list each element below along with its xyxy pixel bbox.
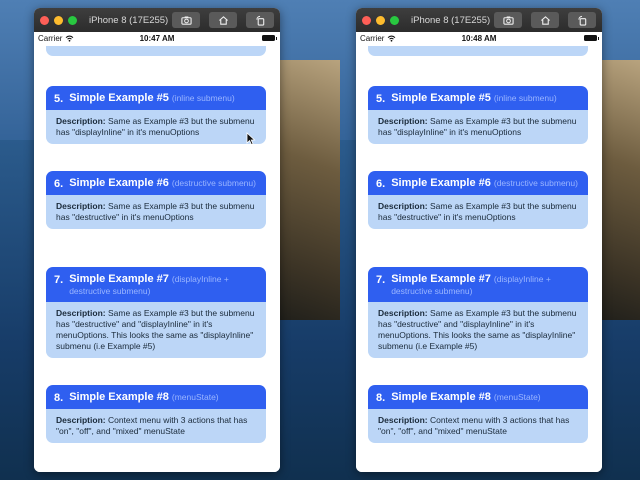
ios-status-bar: Carrier 10:48 AM	[356, 32, 602, 44]
card-number: 7.	[54, 274, 64, 286]
status-time: 10:48 AM	[461, 33, 497, 43]
close-window-button[interactable]	[40, 15, 49, 25]
scroll-content[interactable]: 5. Simple Example #5 (inline submenu) Des…	[34, 44, 280, 472]
description-label: Description:	[56, 308, 106, 318]
card-header[interactable]: 7. Simple Example #7 (displayInline + des…	[368, 267, 588, 302]
card-subtitle: (inline submenu)	[493, 93, 557, 103]
ios-status-bar: Carrier 10:47 AM	[34, 32, 280, 44]
card-header[interactable]: 6. Simple Example #6 (destructive submenu…	[368, 171, 588, 195]
window-title: iPhone 8 (17E255)	[89, 14, 169, 26]
desktop-rock	[280, 60, 340, 320]
mouse-pointer-icon	[246, 132, 256, 146]
card-header[interactable]: 6. Simple Example #6 (destructive submenu…	[46, 171, 266, 195]
window-titlebar[interactable]: iPhone 8 (17E255)	[34, 8, 280, 32]
card-title: Simple Example #7	[69, 273, 169, 285]
card-subtitle: (destructive submenu)	[171, 178, 256, 188]
home-icon	[540, 15, 550, 25]
screenshot-button[interactable]	[172, 12, 200, 28]
rotate-icon	[577, 15, 586, 26]
card-title: Simple Example #8	[69, 391, 169, 403]
example-card-8[interactable]: 8. Simple Example #8 (menuState) Descript…	[46, 385, 266, 443]
simulator-window-left[interactable]: iPhone 8 (17E255) Carrier 10:47 AM 5. Si…	[34, 8, 280, 472]
rotate-button[interactable]	[568, 12, 596, 28]
status-time: 10:47 AM	[139, 33, 175, 43]
card-subtitle: (menuState)	[493, 392, 541, 402]
card-description: Description: Same as Example #3 but the …	[46, 110, 266, 144]
rotate-icon	[255, 15, 264, 26]
scroll-content[interactable]: 5. Simple Example #5 (inline submenu) Des…	[356, 44, 602, 472]
card-title: Simple Example #6	[69, 177, 169, 189]
card-subtitle: (destructive submenu)	[493, 178, 578, 188]
close-window-button[interactable]	[362, 15, 371, 25]
card-title: Simple Example #7	[391, 273, 491, 285]
example-card-7[interactable]: 7. Simple Example #7 (displayInline + des…	[368, 267, 588, 358]
card-header[interactable]: 5. Simple Example #5 (inline submenu)	[368, 86, 588, 110]
minimize-window-button[interactable]	[376, 15, 385, 25]
card-header[interactable]: 8. Simple Example #8 (menuState)	[368, 385, 588, 409]
card-header[interactable]: 5. Simple Example #5 (inline submenu)	[46, 86, 266, 110]
card-subtitle: (menuState)	[171, 392, 219, 402]
card-number: 6.	[376, 178, 386, 190]
previous-card-bottom	[368, 46, 588, 56]
screenshot-button[interactable]	[494, 12, 522, 28]
battery-icon	[584, 35, 599, 41]
card-description: Description: Same as Example #3 but the …	[46, 302, 266, 358]
zoom-window-button[interactable]	[68, 15, 77, 25]
card-description: Description: Same as Example #3 but the …	[46, 195, 266, 229]
desktop-rock	[600, 60, 640, 320]
window-titlebar[interactable]: iPhone 8 (17E255)	[356, 8, 602, 32]
minimize-window-button[interactable]	[54, 15, 63, 25]
description-label: Description:	[56, 415, 106, 425]
card-number: 8.	[54, 392, 64, 404]
description-label: Description:	[378, 116, 428, 126]
home-button[interactable]	[209, 12, 237, 28]
simulator-window-right[interactable]: iPhone 8 (17E255) Carrier 10:48 AM 5. Si…	[356, 8, 602, 472]
card-number: 8.	[376, 392, 386, 404]
previous-card-bottom	[46, 46, 266, 56]
home-button[interactable]	[531, 12, 559, 28]
screenshot-icon	[502, 15, 514, 25]
description-label: Description:	[56, 201, 106, 211]
rotate-button[interactable]	[246, 12, 274, 28]
description-label: Description:	[378, 308, 428, 318]
card-description: Description: Same as Example #3 but the …	[368, 302, 588, 358]
card-number: 6.	[54, 178, 64, 190]
card-description: Description: Same as Example #3 but the …	[368, 195, 588, 229]
example-card-5[interactable]: 5. Simple Example #5 (inline submenu) Des…	[368, 86, 588, 144]
card-description: Description: Context menu with 3 actions…	[46, 409, 266, 443]
example-card-5[interactable]: 5. Simple Example #5 (inline submenu) Des…	[46, 86, 266, 144]
example-card-8[interactable]: 8. Simple Example #8 (menuState) Descript…	[368, 385, 588, 443]
card-number: 5.	[54, 93, 64, 105]
zoom-window-button[interactable]	[390, 15, 399, 25]
example-card-7[interactable]: 7. Simple Example #7 (displayInline + des…	[46, 267, 266, 358]
window-title: iPhone 8 (17E255)	[411, 14, 491, 26]
screenshot-icon	[180, 15, 192, 25]
description-label: Description:	[378, 201, 428, 211]
card-description: Description: Context menu with 3 actions…	[368, 409, 588, 443]
card-description: Description: Same as Example #3 but the …	[368, 110, 588, 144]
card-title: Simple Example #5	[391, 92, 491, 104]
card-title: Simple Example #6	[391, 177, 491, 189]
card-header[interactable]: 8. Simple Example #8 (menuState)	[46, 385, 266, 409]
description-label: Description:	[378, 415, 428, 425]
card-number: 7.	[376, 274, 386, 286]
card-header[interactable]: 7. Simple Example #7 (displayInline + des…	[46, 267, 266, 302]
home-icon	[218, 15, 228, 25]
example-card-6[interactable]: 6. Simple Example #6 (destructive submenu…	[46, 171, 266, 229]
example-card-6[interactable]: 6. Simple Example #6 (destructive submenu…	[368, 171, 588, 229]
card-number: 5.	[376, 93, 386, 105]
battery-icon	[262, 35, 277, 41]
card-title: Simple Example #8	[391, 391, 491, 403]
description-label: Description:	[56, 116, 106, 126]
card-subtitle: (inline submenu)	[171, 93, 235, 103]
card-title: Simple Example #5	[69, 92, 169, 104]
